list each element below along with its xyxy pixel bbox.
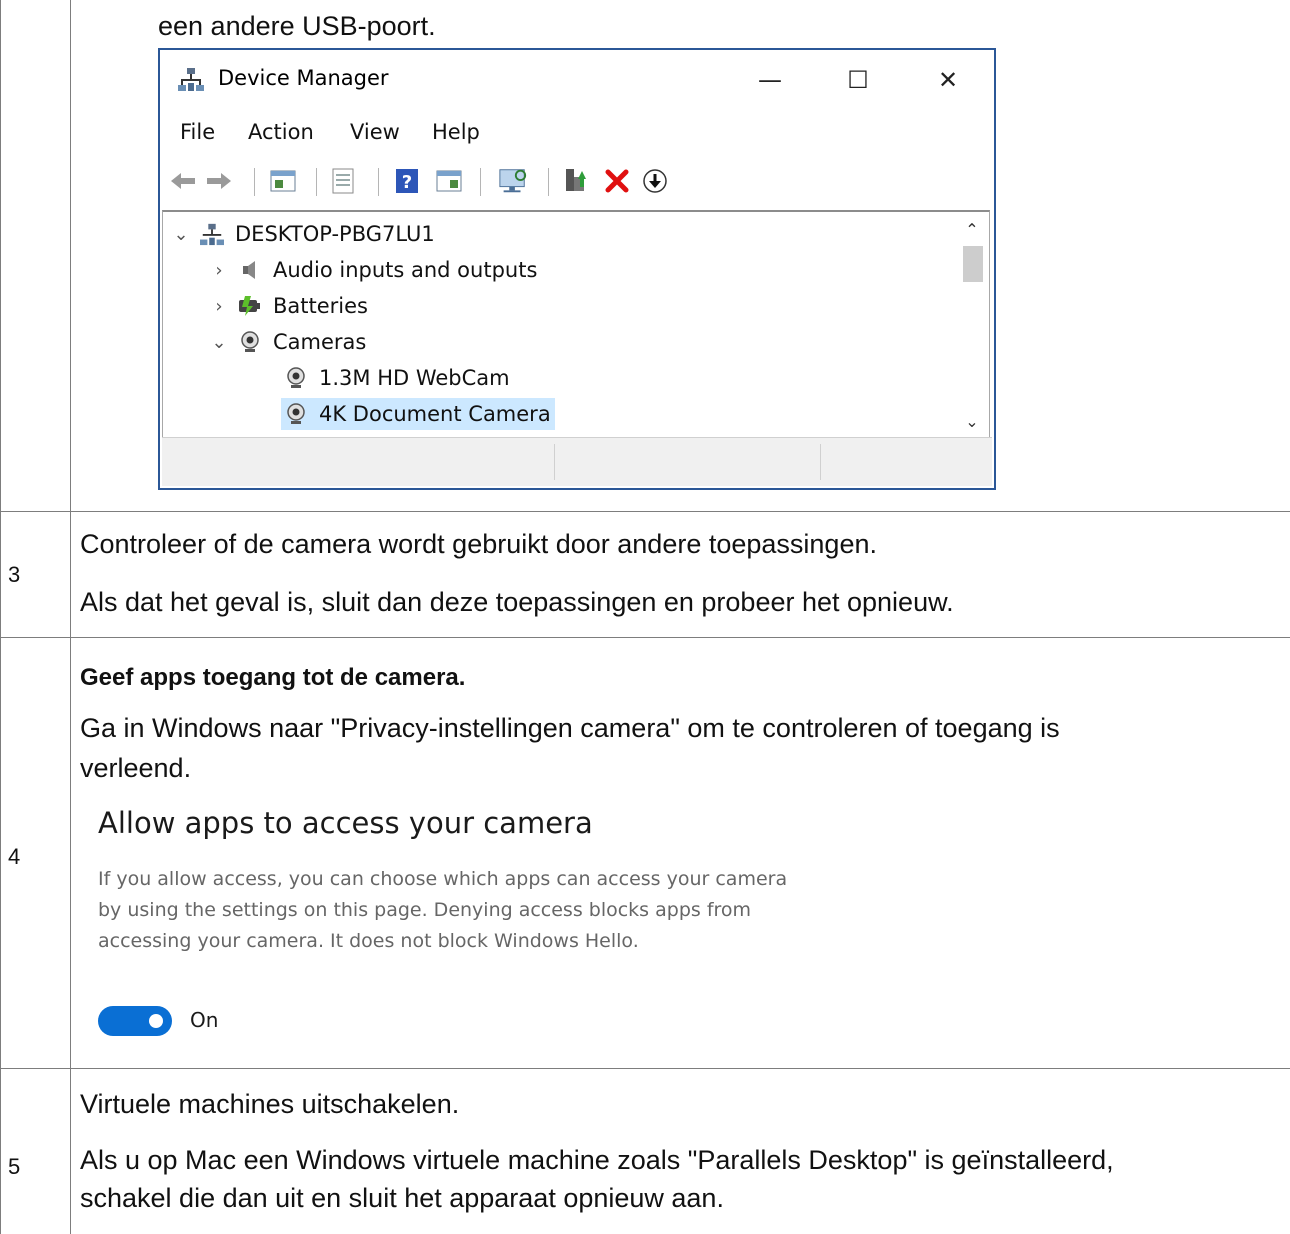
tree-item-audio[interactable]: › Audio inputs and outputs [209,254,537,286]
toolbar: ? [168,162,994,202]
tree-item-label: Audio inputs and outputs [273,258,538,282]
scan-hardware-icon[interactable] [498,166,528,196]
webcam-icon [235,327,265,357]
table-left-border [0,0,1,1234]
table-column-divider [70,0,71,1234]
add-driver-icon[interactable] [562,166,592,196]
forward-icon[interactable] [204,166,234,196]
maximize-button[interactable]: ☐ [828,60,888,100]
computer-icon [178,66,204,96]
scrollbar-thumb[interactable] [963,246,983,282]
scroll-up-icon[interactable]: ⌃ [955,214,989,244]
help-icon[interactable]: ? [392,166,422,196]
status-divider [554,444,555,480]
row3-line1: Controleer of de camera wordt gebruikt d… [80,529,877,559]
toolbar-separator [548,168,549,196]
row-number: 3 [8,562,21,587]
row3-line2: Als dat het geval is, sluit dan deze toe… [80,587,954,617]
computer-icon [197,219,227,249]
settings-desc-line: If you allow access, you can choose whic… [98,868,788,890]
settings-desc-line: accessing your camera. It does not block… [98,930,639,952]
toggle-state-label: On [190,1008,219,1032]
webcam-icon [281,363,311,393]
toolbar-separator [480,168,481,196]
tree-child-label: 4K Document Camera [319,402,551,426]
device-tree: ⌄ DESKTOP-PBG7LU1 › Audio inputs and out… [162,210,990,438]
tree-item-label: Cameras [273,330,367,354]
chevron-down-icon[interactable]: ⌄ [171,224,191,245]
title-bar: Device Manager — ☐ ✕ [160,50,994,108]
uninstall-icon[interactable] [602,166,632,196]
menu-help[interactable]: Help [432,120,480,144]
tree-child-document-camera[interactable]: 4K Document Camera [281,398,555,430]
speaker-icon [235,255,265,285]
chevron-down-icon[interactable]: ⌄ [209,332,229,353]
chevron-right-icon[interactable]: › [209,260,229,281]
tree-root[interactable]: ⌄ DESKTOP-PBG7LU1 [171,218,435,250]
row5-line2: Als u op Mac een Windows virtuele machin… [80,1145,1114,1175]
row-number: 4 [8,844,21,869]
scroll-down-icon[interactable]: ⌄ [955,406,989,436]
window-title: Device Manager [218,66,389,90]
row4-line1: Ga in Windows naar "Privacy-instellingen… [80,713,1060,743]
tree-item-batteries[interactable]: › Batteries [209,290,368,322]
toolbar-separator [316,168,317,196]
properties-icon[interactable] [268,166,298,196]
row-divider [0,511,1290,512]
download-icon[interactable] [640,166,670,196]
device-manager-window: Device Manager — ☐ ✕ File Action View He… [158,48,996,490]
settings-description: If you allow access, you can choose whic… [98,864,787,957]
tree-item-cameras[interactable]: ⌄ Cameras [209,326,366,358]
toolbar-separator [378,168,379,196]
menu-view[interactable]: View [350,120,400,144]
status-bar [162,437,992,486]
update-icon[interactable] [328,166,358,196]
toolbar-separator [254,168,255,196]
vertical-scrollbar[interactable]: ⌃ ⌄ [955,212,989,437]
settings-title: Allow apps to access your camera [98,806,593,840]
tree-child-webcam[interactable]: 1.3M HD WebCam [281,362,510,394]
webcam-icon [281,399,311,429]
row-number: 5 [8,1154,21,1179]
row4-line2: verleend. [80,753,192,783]
chevron-right-icon[interactable]: › [209,296,229,317]
toggle-knob [149,1014,163,1028]
row-divider [0,637,1290,638]
tree-item-label: Batteries [273,294,368,318]
status-divider [820,444,821,480]
close-button[interactable]: ✕ [918,60,978,100]
view-icon[interactable] [434,166,464,196]
row5-line3: schakel die dan uit en sluit het apparaa… [80,1183,724,1213]
battery-icon [235,291,265,321]
camera-access-toggle[interactable] [98,1006,172,1036]
row-divider [0,1068,1290,1069]
row5-line1: Virtuele machines uitschakelen. [80,1089,460,1119]
settings-desc-line: by using the settings on this page. Deny… [98,899,752,921]
row4-heading: Geef apps toegang tot de camera. [80,664,466,691]
back-icon[interactable] [168,166,198,196]
row2-text: een andere USB-poort. [158,11,436,41]
menu-file[interactable]: File [180,120,215,144]
svg-text:?: ? [402,172,412,193]
tree-child-label: 1.3M HD WebCam [319,366,510,390]
tree-root-label: DESKTOP-PBG7LU1 [235,222,435,246]
menu-bar: File Action View Help [160,120,994,150]
menu-action[interactable]: Action [248,120,314,144]
minimize-button[interactable]: — [740,60,800,100]
